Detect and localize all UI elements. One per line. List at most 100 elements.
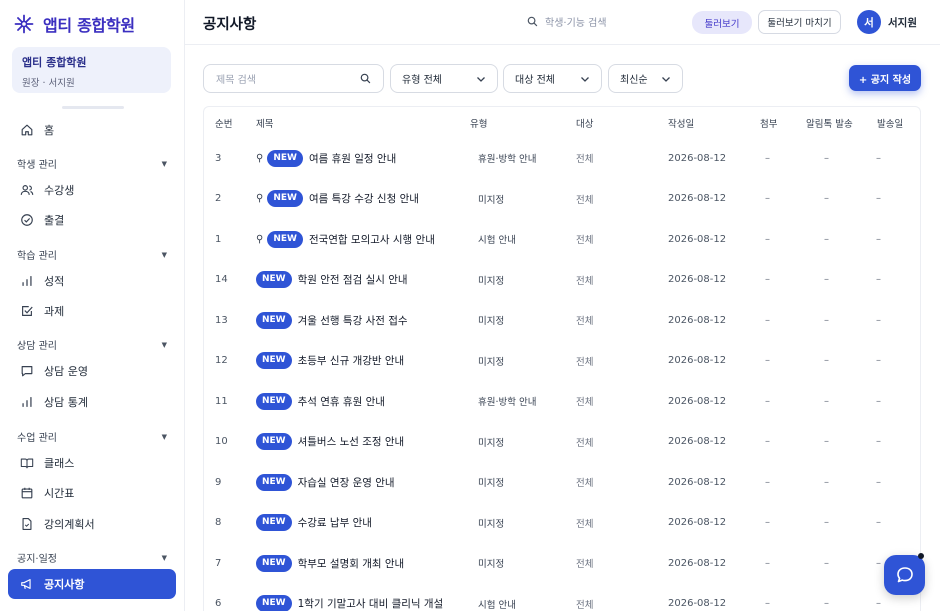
notice-title[interactable]: 전국연합 모의고사 시행 안내 xyxy=(309,232,435,247)
cell-type: 미지정 xyxy=(478,275,505,287)
cell-kakao-sent: – xyxy=(824,557,829,569)
column-header-attachment[interactable]: 첨부 xyxy=(760,116,777,130)
sidebar-group-notices[interactable]: 공지·일정 ▼ xyxy=(17,550,167,566)
sidebar-group-classes[interactable]: 수업 관리 ▼ xyxy=(17,429,167,445)
column-header-sent-date[interactable]: 발송일 xyxy=(877,116,903,130)
notice-title[interactable]: 추석 연휴 휴원 안내 xyxy=(298,394,385,409)
sidebar-group-learning[interactable]: 학습 관리 ▼ xyxy=(17,247,167,263)
sidebar-item-label: 공지사항 xyxy=(44,578,85,591)
cell-title[interactable]: ⚲ NEW 전국연합 모의고사 시행 안내 xyxy=(256,219,435,260)
table-row[interactable]: 11 NEW 추석 연휴 휴원 안내 휴원·방학 안내 전체 2026-08-12 – – – xyxy=(204,381,920,422)
type-filter-select[interactable]: 유형 전체 xyxy=(390,64,498,93)
user-name[interactable]: 서지원 xyxy=(888,15,917,30)
column-header-target[interactable]: 대상 xyxy=(576,116,593,130)
sidebar-item-attendance[interactable]: 출결 xyxy=(8,205,176,235)
sidebar-group-students[interactable]: 학생 관리 ▼ xyxy=(17,156,167,172)
notice-title[interactable]: 자습실 연장 운영 안내 xyxy=(298,475,395,490)
sidebar-group-label: 공지·일정 xyxy=(17,554,57,565)
create-notice-button[interactable]: + 공지 작성 xyxy=(849,65,921,91)
table-row[interactable]: 8 NEW 수강료 납부 안내 미지정 전체 2026-08-12 – – – xyxy=(204,503,920,544)
notice-title[interactable]: 학부모 설명회 개최 안내 xyxy=(298,556,405,571)
cell-kakao-sent: – xyxy=(824,355,829,367)
pin-icon: ⚲ xyxy=(256,233,264,245)
table-row[interactable]: 13 NEW 겨울 선행 특강 사전 접수 미지정 전체 2026-08-12 – – – xyxy=(204,300,920,341)
notice-title[interactable]: 여름 휴원 일정 안내 xyxy=(309,151,396,166)
notice-title[interactable]: 여름 특강 수강 신청 안내 xyxy=(309,191,419,206)
table-row[interactable]: 10 NEW 셔틀버스 노선 조정 안내 미지정 전체 2026-08-12 – – – xyxy=(204,422,920,463)
sidebar-item-assignments[interactable]: 과제 xyxy=(8,296,176,326)
cell-title[interactable]: NEW 학원 안전 점검 실시 안내 xyxy=(256,260,408,301)
column-header-date[interactable]: 작성일 xyxy=(668,116,694,130)
preview-badge[interactable]: 둘러보기 xyxy=(692,11,752,34)
cell-kakao-sent: – xyxy=(824,152,829,164)
column-header-type[interactable]: 유형 xyxy=(470,116,487,130)
sidebar-item-grades[interactable]: 성적 xyxy=(8,266,176,296)
org-card[interactable]: 앱티 종합학원 원장 · 서지원 xyxy=(12,47,171,93)
notice-title[interactable]: 1학기 기말고사 대비 클리닉 개설 xyxy=(298,596,444,611)
cell-sent-date: – xyxy=(876,395,881,407)
target-filter-select[interactable]: 대상 전체 xyxy=(503,64,602,93)
sort-select[interactable]: 최신순 xyxy=(608,64,683,93)
sidebar-group-counseling[interactable]: 상담 관리 ▼ xyxy=(17,337,167,353)
cell-title[interactable]: NEW 초등부 신규 개강반 안내 xyxy=(256,341,404,382)
cell-type: 미지정 xyxy=(478,316,505,328)
cell-title[interactable]: NEW 1학기 기말고사 대비 클리닉 개설 xyxy=(256,584,443,611)
sidebar-item-label: 출결 xyxy=(44,214,65,227)
pin-icon: ⚲ xyxy=(256,193,264,205)
cell-title[interactable]: NEW 겨울 선행 특강 사전 접수 xyxy=(256,300,408,341)
cell-title[interactable]: NEW 자습실 연장 운영 안내 xyxy=(256,462,395,503)
table-row[interactable]: 12 NEW 초등부 신규 개강반 안내 미지정 전체 2026-08-12 – – – xyxy=(204,341,920,382)
table-row[interactable]: 6 NEW 1학기 기말고사 대비 클리닉 개설 시험 안내 전체 2026-08-12 –… xyxy=(204,584,920,611)
sidebar-item-home[interactable]: 홈 xyxy=(8,115,176,145)
message-square-icon xyxy=(21,366,33,377)
global-search[interactable]: 학생·기능 검색 xyxy=(527,14,607,29)
column-header-number[interactable]: 순번 xyxy=(215,116,232,130)
sidebar-item-label: 강의계획서 xyxy=(44,518,95,531)
sidebar-item-counseling-ops[interactable]: 상담 운영 xyxy=(8,356,176,386)
sidebar-item-notices[interactable]: 공지사항 xyxy=(8,569,176,599)
notice-title[interactable]: 학원 안전 점검 실시 안내 xyxy=(298,272,408,287)
title-search-input[interactable]: 제목 검색 xyxy=(203,64,384,93)
sidebar-divider xyxy=(62,106,124,109)
notice-title[interactable]: 겨울 선행 특강 사전 접수 xyxy=(298,313,408,328)
table-row[interactable]: 1 ⚲ NEW 전국연합 모의고사 시행 안내 시험 안내 전체 2026-08-12 – – – xyxy=(204,219,920,260)
cell-title[interactable]: NEW 셔틀버스 노선 조정 안내 xyxy=(256,422,404,463)
cell-date: 2026-08-12 xyxy=(668,355,727,367)
cell-target: 전체 xyxy=(576,316,594,328)
sidebar-item-timetable[interactable]: 시간표 xyxy=(8,478,176,508)
table-row[interactable]: 2 ⚲ NEW 여름 특강 수강 신청 안내 미지정 전체 2026-08-12 – – – xyxy=(204,179,920,220)
chat-button[interactable] xyxy=(884,555,925,595)
notice-title[interactable]: 셔틀버스 노선 조정 안내 xyxy=(298,434,405,449)
cell-sent-date: – xyxy=(876,193,881,205)
cell-sent-date: – xyxy=(876,436,881,448)
bar-chart-icon xyxy=(22,397,32,407)
cell-title[interactable]: NEW 학부모 설명회 개최 안내 xyxy=(256,543,404,584)
cell-title[interactable]: ⚲ NEW 여름 특강 수강 신청 안내 xyxy=(256,179,419,220)
org-role: 원장 · 서지원 xyxy=(22,78,75,89)
notice-title[interactable]: 수강료 납부 안내 xyxy=(298,515,372,530)
end-preview-button[interactable]: 둘러보기 마치기 xyxy=(758,10,841,34)
chevron-down-icon xyxy=(477,76,485,82)
chat-bubble-icon xyxy=(896,567,913,583)
column-header-kakao-sent[interactable]: 알림톡 발송 xyxy=(806,116,853,130)
table-row[interactable]: 3 ⚲ NEW 여름 휴원 일정 안내 휴원·방학 안내 전체 2026-08-12 – – – xyxy=(204,138,920,179)
table-row[interactable]: 7 NEW 학부모 설명회 개최 안내 미지정 전체 2026-08-12 – – – xyxy=(204,543,920,584)
brand[interactable]: 앱티 종합학원 xyxy=(14,12,135,36)
sidebar-item-counseling-stats[interactable]: 상담 통계 xyxy=(8,387,176,417)
avatar[interactable]: 서 xyxy=(857,10,881,34)
calendar-icon xyxy=(21,487,33,499)
cell-title[interactable]: NEW 추석 연휴 휴원 안내 xyxy=(256,381,385,422)
sidebar-item-students[interactable]: 수강생 xyxy=(8,175,176,205)
brand-name: 앱티 종합학원 xyxy=(43,16,135,35)
cell-title[interactable]: NEW 수강료 납부 안내 xyxy=(256,503,372,544)
sidebar-item-class[interactable]: 클래스 xyxy=(8,448,176,478)
table-row[interactable]: 9 NEW 자습실 연장 운영 안내 미지정 전체 2026-08-12 – – – xyxy=(204,462,920,503)
column-header-title[interactable]: 제목 xyxy=(256,116,273,130)
notice-title[interactable]: 초등부 신규 개강반 안내 xyxy=(298,353,405,368)
table-row[interactable]: 14 NEW 학원 안전 점검 실시 안내 미지정 전체 2026-08-12 – – – xyxy=(204,260,920,301)
cell-date: 2026-08-12 xyxy=(668,233,727,245)
cell-date: 2026-08-12 xyxy=(668,436,727,448)
cell-title[interactable]: ⚲ NEW 여름 휴원 일정 안내 xyxy=(256,138,396,179)
cell-date: 2026-08-12 xyxy=(668,557,727,569)
sidebar-item-syllabus[interactable]: 강의계획서 xyxy=(8,509,176,539)
